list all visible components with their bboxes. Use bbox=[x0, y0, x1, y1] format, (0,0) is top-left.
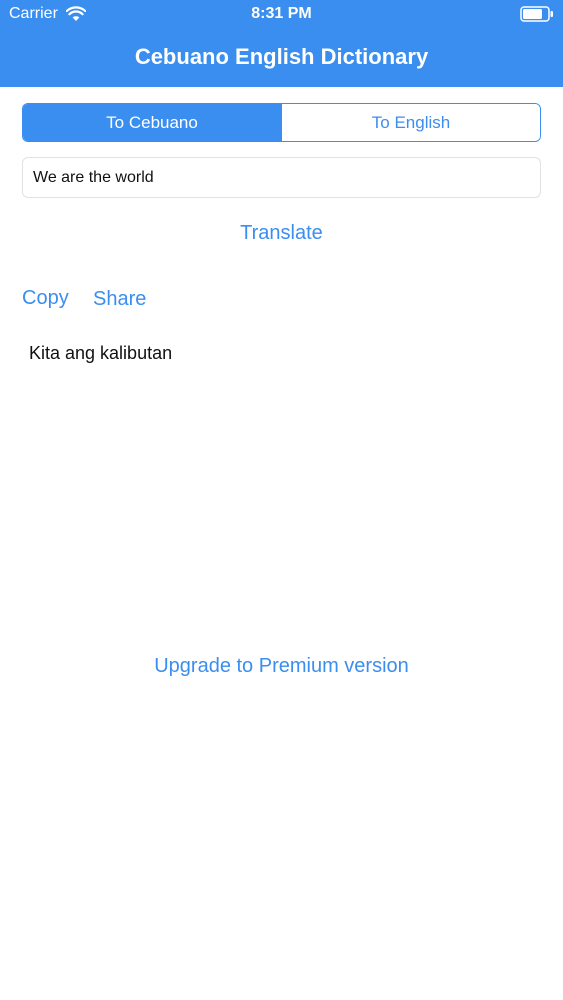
battery-icon bbox=[520, 6, 553, 22]
translate-button[interactable]: Translate bbox=[0, 222, 563, 245]
segment-to-english[interactable]: To English bbox=[281, 104, 540, 141]
status-time: 8:31 PM bbox=[251, 5, 312, 22]
nav-title: Cebuano English Dictionary bbox=[134, 44, 429, 69]
top-bar: Carrier 8:31 PM Cebuano English Dictiona… bbox=[0, 0, 563, 87]
source-text-input[interactable] bbox=[22, 157, 541, 198]
copy-button[interactable]: Copy bbox=[22, 287, 69, 310]
translation-result: Kita ang kalibutan bbox=[29, 343, 173, 363]
segment-to-cebuano[interactable]: To Cebuano bbox=[23, 104, 281, 141]
upgrade-premium-button[interactable]: Upgrade to Premium version bbox=[0, 655, 563, 678]
app-screen: Carrier 8:31 PM Cebuano English Dictiona… bbox=[0, 0, 563, 1000]
language-segmented-control: To Cebuano To English bbox=[22, 103, 541, 142]
share-button[interactable]: Share bbox=[93, 288, 146, 311]
